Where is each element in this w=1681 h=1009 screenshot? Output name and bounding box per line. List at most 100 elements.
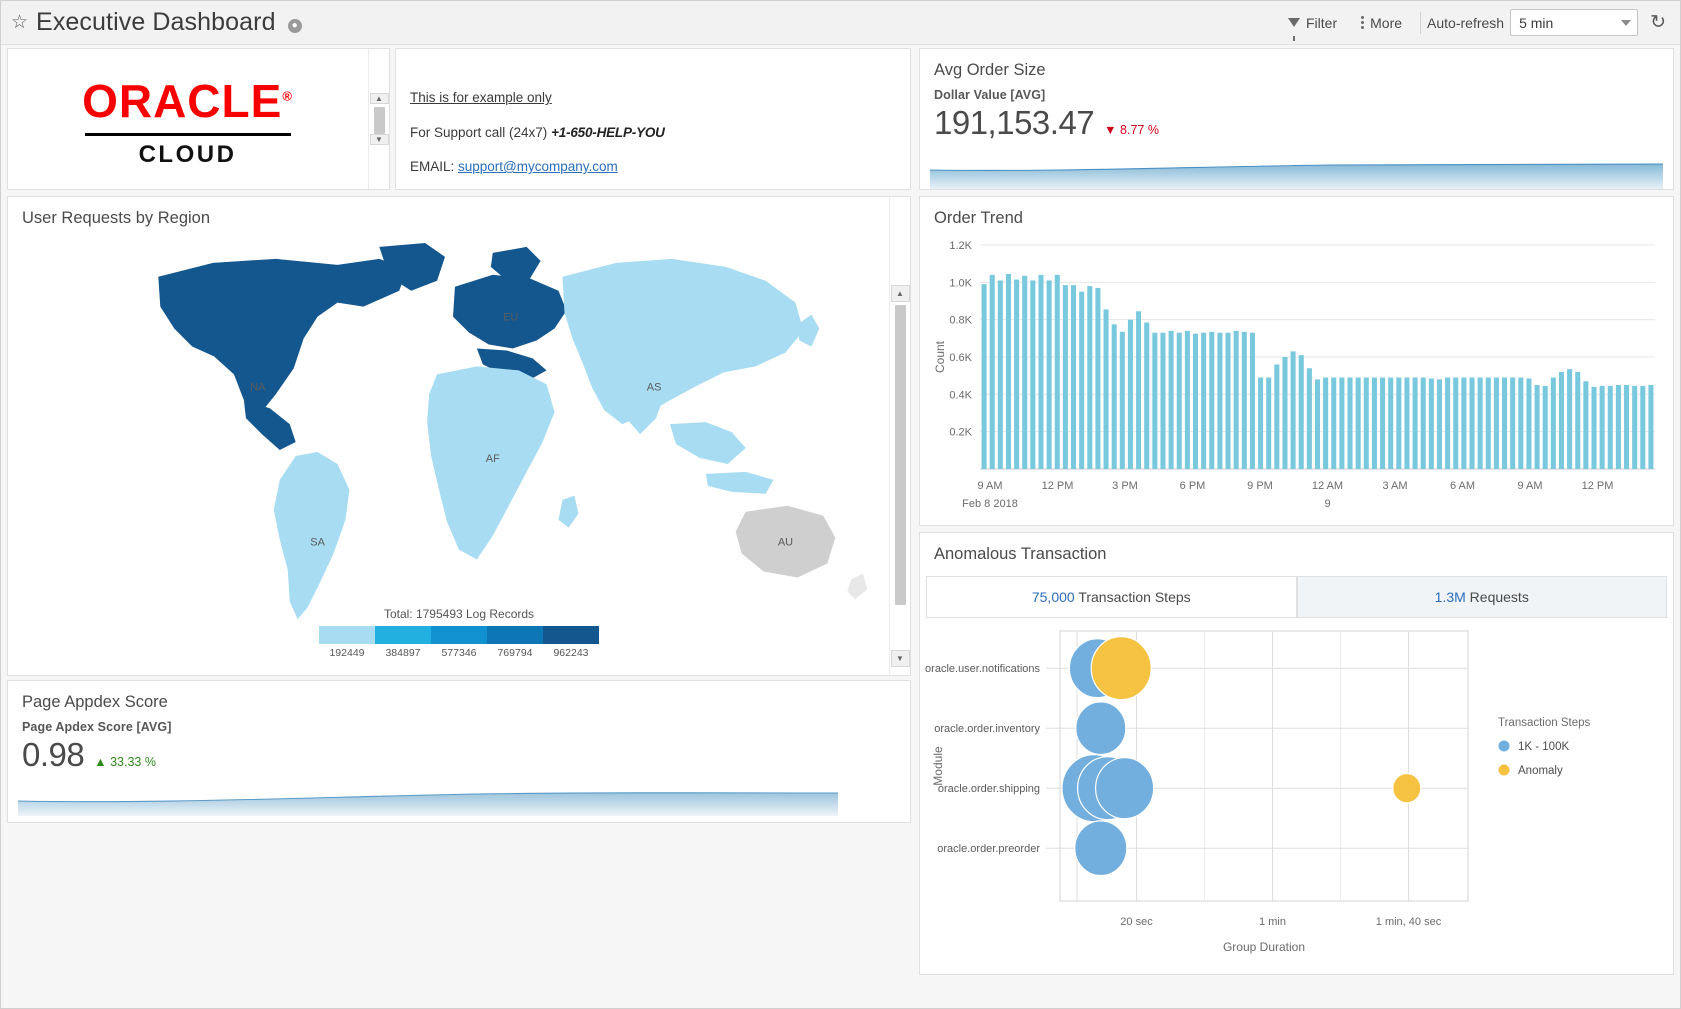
scroll-down-icon[interactable]: ▼	[369, 133, 389, 145]
autorefresh-select[interactable]: 5 min	[1510, 9, 1639, 36]
anomalous-bubble-chart[interactable]: oracle.user.notifications oracle.order.in…	[920, 621, 1673, 971]
trend-bar[interactable]	[1567, 369, 1573, 469]
trend-bar[interactable]	[1331, 377, 1337, 469]
trend-bar[interactable]	[1607, 385, 1613, 469]
trend-bar[interactable]	[1591, 386, 1597, 469]
trend-bar[interactable]	[1550, 377, 1556, 469]
trend-bar[interactable]	[1477, 377, 1483, 469]
trend-bar[interactable]	[1469, 377, 1475, 469]
trend-bar[interactable]	[1363, 377, 1369, 469]
trend-bar[interactable]	[989, 274, 995, 469]
trend-bar[interactable]	[1014, 279, 1020, 469]
trend-bar[interactable]	[1079, 291, 1085, 469]
order-trend-chart[interactable]: 0.2K 0.4K 0.6K 0.8K 1.0K 1.2K Count 9 AM Feb 8 2…	[920, 231, 1673, 521]
trend-bar[interactable]	[1119, 331, 1125, 469]
trend-bar[interactable]	[1136, 311, 1142, 469]
info-icon[interactable]: ●	[287, 18, 302, 33]
trend-bar[interactable]	[1388, 377, 1394, 469]
bubble-legend-label[interactable]: Anomaly	[1518, 765, 1563, 777]
trend-bar[interactable]	[1347, 377, 1353, 469]
trend-bar[interactable]	[1542, 385, 1548, 469]
trend-bar[interactable]	[1192, 333, 1199, 469]
trend-bar[interactable]	[1062, 285, 1068, 469]
trend-bar[interactable]	[1160, 332, 1166, 469]
trend-bar[interactable]	[1111, 324, 1117, 469]
trend-bar[interactable]	[1371, 377, 1377, 469]
bubble-legend-label[interactable]: 1K - 100K	[1518, 741, 1569, 753]
bubble-point[interactable]	[1074, 820, 1128, 877]
trend-bar[interactable]	[1461, 377, 1467, 469]
trend-bar[interactable]	[1526, 378, 1532, 469]
trend-bar[interactable]	[1648, 385, 1654, 469]
trend-bar[interactable]	[1233, 330, 1239, 469]
trend-bar[interactable]	[1575, 371, 1581, 469]
trend-bar[interactable]	[1420, 377, 1426, 469]
trend-bar[interactable]	[1396, 377, 1402, 469]
trend-bar[interactable]	[1640, 385, 1646, 469]
trend-bar[interactable]	[1615, 385, 1621, 469]
trend-bar[interactable]	[1314, 379, 1321, 469]
trend-bar[interactable]	[997, 280, 1003, 469]
trend-bar[interactable]	[1453, 377, 1459, 469]
trend-bar[interactable]	[1599, 385, 1605, 469]
trend-bar[interactable]	[981, 284, 987, 469]
bubble-point[interactable]	[1075, 701, 1127, 756]
map-card-scrollbar[interactable]: ▲ ▼	[889, 197, 910, 675]
trend-bar[interactable]	[1209, 331, 1215, 469]
trend-bar[interactable]	[1054, 274, 1060, 469]
trend-bar[interactable]	[1428, 378, 1434, 469]
trend-bar[interactable]	[1534, 385, 1540, 469]
trend-bar[interactable]	[1493, 377, 1499, 469]
trend-bar[interactable]	[1168, 330, 1174, 469]
trend-bar[interactable]	[1436, 379, 1443, 469]
map-scroll-up-icon[interactable]: ▲	[890, 285, 910, 302]
trend-bar[interactable]	[1176, 332, 1182, 469]
support-email-link[interactable]: support@mycompany.com	[458, 159, 618, 174]
trend-bar[interactable]	[1510, 377, 1516, 469]
favorite-star-icon[interactable]: ☆	[11, 13, 28, 32]
trend-bar[interactable]	[1380, 377, 1386, 469]
trend-bar[interactable]	[1046, 280, 1052, 469]
more-button[interactable]: More	[1349, 9, 1414, 37]
trend-bar[interactable]	[1290, 351, 1296, 469]
trend-bar[interactable]	[1144, 322, 1150, 469]
trend-bar[interactable]	[1282, 357, 1288, 469]
trend-bar[interactable]	[1038, 274, 1044, 469]
trend-bar[interactable]	[1152, 332, 1158, 469]
trend-bar[interactable]	[1071, 285, 1077, 469]
scroll-up-icon[interactable]: ▲	[369, 93, 389, 105]
map-scroll-thumb[interactable]	[894, 305, 906, 605]
trend-bar[interactable]	[1632, 385, 1638, 469]
bubble-point[interactable]	[1095, 757, 1155, 820]
trend-bar[interactable]	[1323, 377, 1329, 469]
trend-bar[interactable]	[1624, 385, 1630, 469]
trend-bar[interactable]	[1241, 331, 1247, 469]
filter-button[interactable]: Filter	[1276, 9, 1349, 41]
trend-bar[interactable]	[1266, 377, 1272, 469]
map-scroll-down-icon[interactable]: ▼	[890, 650, 910, 667]
trend-bar[interactable]	[1583, 381, 1589, 469]
logo-card-scrollbar[interactable]: ▲ ▼	[368, 49, 389, 189]
trend-bar[interactable]	[1087, 286, 1093, 469]
bubble-legend-swatch[interactable]	[1498, 764, 1510, 776]
scroll-thumb[interactable]	[373, 107, 385, 134]
tab-requests[interactable]: 1.3M Requests	[1296, 576, 1667, 618]
refresh-icon[interactable]: ↻	[1650, 13, 1666, 32]
trend-bar[interactable]	[1184, 330, 1190, 469]
trend-bar[interactable]	[1095, 287, 1101, 469]
trend-bar[interactable]	[1502, 377, 1508, 469]
trend-bar[interactable]	[1005, 273, 1011, 469]
trend-bar[interactable]	[1558, 371, 1564, 469]
trend-bar[interactable]	[1518, 377, 1524, 469]
trend-bar[interactable]	[1225, 332, 1231, 469]
trend-bar[interactable]	[1274, 364, 1280, 469]
trend-bar[interactable]	[1249, 332, 1255, 469]
bubble-point[interactable]	[1392, 772, 1422, 804]
tab-transaction-steps[interactable]: 75,000 Transaction Steps	[926, 576, 1297, 618]
trend-bar[interactable]	[1355, 377, 1361, 469]
trend-bar[interactable]	[1445, 377, 1451, 469]
bubble-legend-swatch[interactable]	[1498, 740, 1510, 752]
trend-bar[interactable]	[1485, 377, 1491, 469]
trend-bar[interactable]	[1030, 280, 1036, 469]
trend-bar[interactable]	[1103, 309, 1109, 469]
